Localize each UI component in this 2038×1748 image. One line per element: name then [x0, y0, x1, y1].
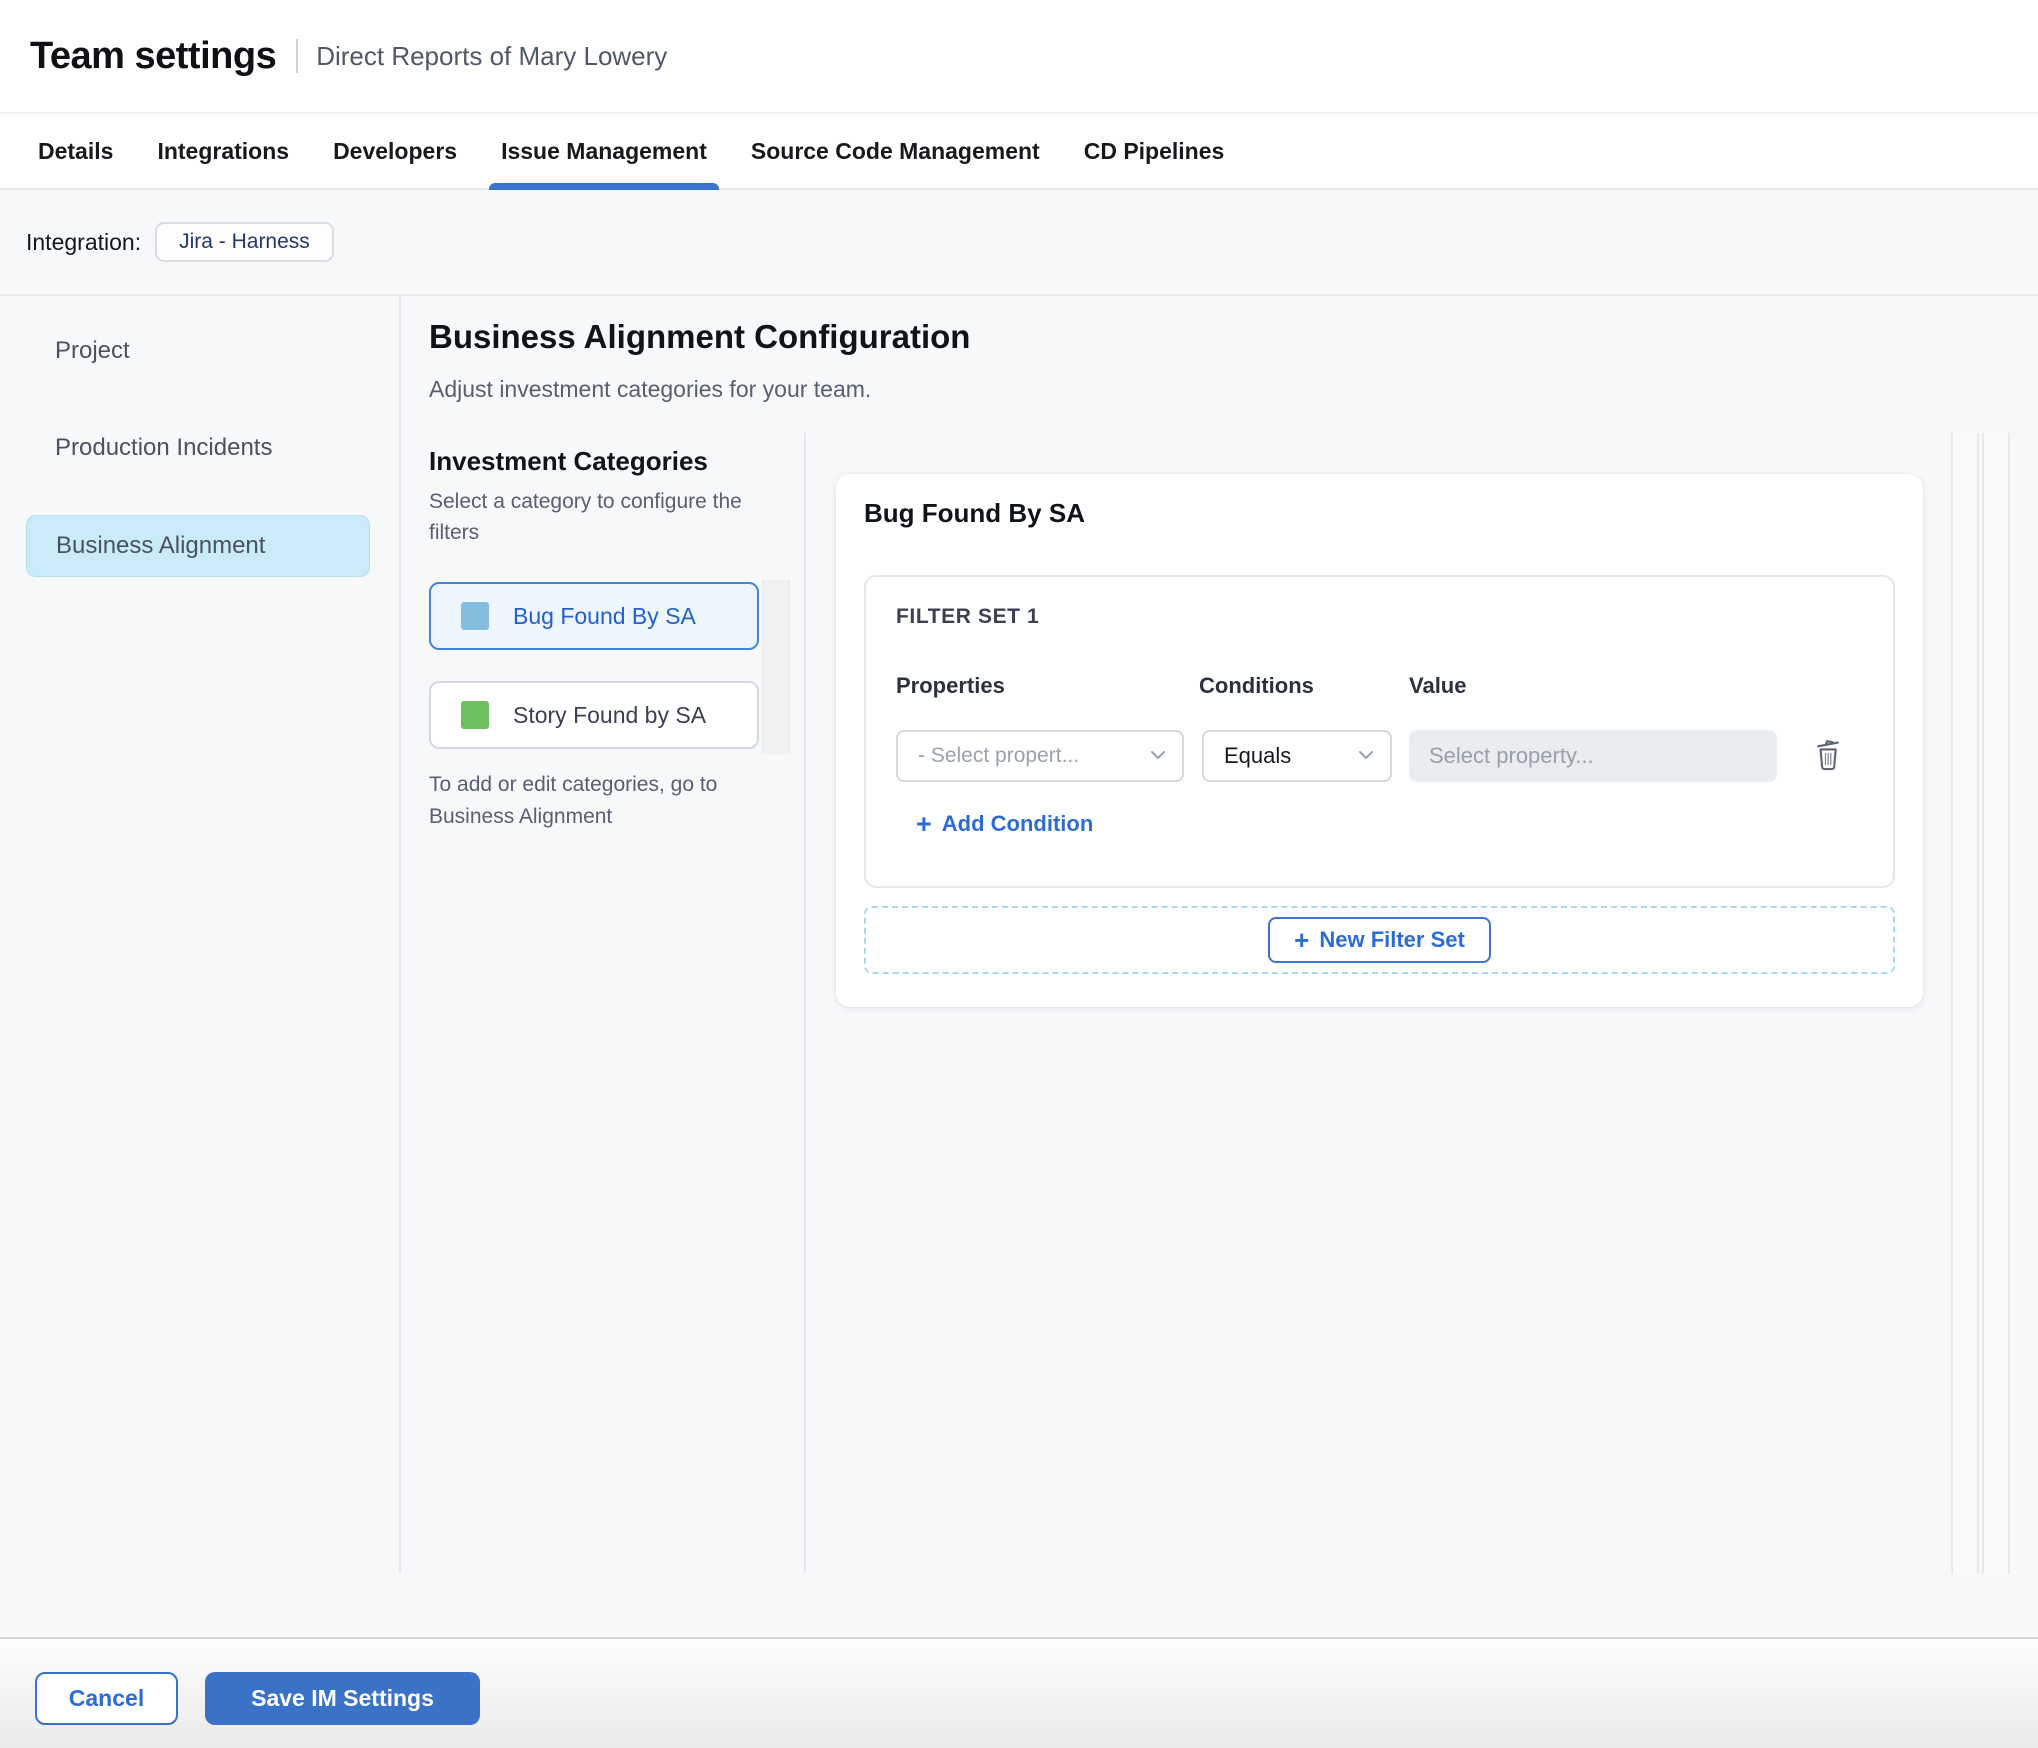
category-config-panel: Bug Found By SA FILTER SET 1 Properties …	[836, 474, 1923, 1007]
column-divider	[804, 433, 806, 1572]
page-subtitle: Direct Reports of Mary Lowery	[316, 40, 668, 71]
sidebar-item-project[interactable]: Project	[55, 337, 130, 365]
category-list-scrollbar[interactable]	[762, 580, 790, 754]
filter-set-box: FILTER SET 1 Properties Conditions Value…	[864, 575, 1895, 888]
value-input[interactable]	[1409, 730, 1777, 782]
new-filter-set-dropzone: + New Filter Set	[864, 906, 1895, 974]
save-im-settings-button[interactable]: Save IM Settings	[205, 1672, 480, 1725]
categories-description-line1: Select a category to configure the	[429, 490, 742, 513]
panel-scrollbar-inner[interactable]	[1982, 433, 2010, 1574]
column-header-properties: Properties	[896, 673, 1005, 698]
page-title: Team settings	[30, 34, 277, 77]
tab-developers[interactable]: Developers	[333, 114, 457, 188]
section-title: Business Alignment Configuration	[429, 318, 971, 355]
integration-bar: Integration: Jira - Harness	[0, 190, 2038, 296]
categories-title: Investment Categories	[429, 446, 708, 476]
cancel-button[interactable]: Cancel	[35, 1672, 178, 1725]
categories-footnote-line1: To add or edit categories, go to	[429, 773, 718, 796]
page-header: Team settings Direct Reports of Mary Low…	[0, 0, 2038, 112]
category-button-story-found-by-sa[interactable]: Story Found by SA	[429, 681, 759, 749]
category-label: Bug Found By SA	[513, 602, 696, 629]
tab-cd-pipelines[interactable]: CD Pipelines	[1084, 114, 1225, 188]
categories-footnote: To add or edit categories, go to Busines…	[429, 769, 717, 833]
column-header-value: Value	[1409, 673, 1467, 698]
chevron-down-icon	[1358, 747, 1374, 765]
add-condition-button[interactable]: + Add Condition	[916, 809, 1094, 839]
tab-details[interactable]: Details	[38, 114, 113, 188]
tab-integrations[interactable]: Integrations	[157, 114, 289, 188]
content-area: Project Production Incidents Business Al…	[0, 296, 2038, 1637]
categories-description: Select a category to configure the filte…	[429, 486, 742, 548]
categories-footnote-line2: Business Alignment	[429, 805, 613, 828]
section-subtitle: Adjust investment categories for your te…	[429, 376, 872, 402]
plus-icon: +	[1294, 925, 1310, 955]
sidebar-item-production-incidents[interactable]: Production Incidents	[55, 434, 272, 462]
tab-source-code-management[interactable]: Source Code Management	[751, 114, 1040, 188]
integration-chip[interactable]: Jira - Harness	[155, 222, 334, 262]
footer-bar: Cancel Save IM Settings	[0, 1637, 2038, 1748]
property-select-placeholder: - Select propert...	[918, 744, 1080, 767]
category-swatch-green	[461, 701, 489, 729]
filter-set-title: FILTER SET 1	[896, 605, 1040, 628]
category-label: Story Found by SA	[513, 701, 707, 728]
integration-label: Integration:	[26, 228, 142, 255]
column-header-conditions: Conditions	[1199, 673, 1314, 698]
new-filter-set-button[interactable]: + New Filter Set	[1268, 917, 1491, 963]
team-settings-screen: Team settings Direct Reports of Mary Low…	[0, 0, 2038, 1748]
chevron-down-icon	[1150, 747, 1166, 765]
category-swatch-blue	[461, 602, 489, 630]
delete-condition-button[interactable]	[1810, 735, 1846, 777]
categories-description-line2: filters	[429, 521, 480, 544]
condition-select[interactable]: Equals	[1202, 730, 1392, 782]
trash-icon	[1812, 735, 1844, 778]
property-select[interactable]: - Select propert...	[896, 730, 1184, 782]
sidebar-divider	[399, 296, 401, 1572]
title-separator	[296, 39, 299, 73]
new-filter-set-label: New Filter Set	[1319, 927, 1465, 952]
plus-icon: +	[916, 809, 932, 839]
condition-select-value: Equals	[1224, 743, 1292, 768]
tab-bar: Details Integrations Developers Issue Ma…	[0, 112, 2038, 190]
sidebar-item-label: Business Alignment	[56, 532, 266, 559]
tab-issue-management[interactable]: Issue Management	[489, 114, 719, 190]
panel-scrollbar-outer[interactable]	[1951, 433, 1979, 1574]
panel-title: Bug Found By SA	[864, 498, 1085, 528]
add-condition-label: Add Condition	[941, 811, 1094, 836]
category-button-bug-found-by-sa[interactable]: Bug Found By SA	[429, 582, 759, 650]
sidebar-item-business-alignment[interactable]: Business Alignment	[26, 515, 370, 577]
